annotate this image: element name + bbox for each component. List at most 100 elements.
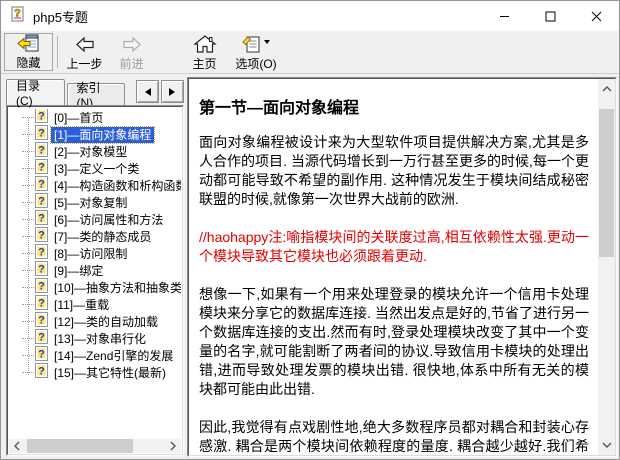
tree-item[interactable]: ? [5]—对象复制 xyxy=(9,194,181,211)
svg-text:?: ? xyxy=(38,314,45,326)
tree-item-label: [11]—重载 xyxy=(51,297,112,313)
contents-tree-box: ? [0]—首页 ? [1]—面向对象编程 ? [2]—对象模型 xyxy=(6,105,184,456)
tree-item-label: [2]—对象模型 xyxy=(51,144,130,160)
svg-text:?: ? xyxy=(38,127,45,139)
scroll-tabs-right-button[interactable] xyxy=(161,80,184,103)
content-vertical-scrollbar[interactable] xyxy=(598,79,615,455)
tree-item[interactable]: ? [9]—绑定 xyxy=(9,262,181,279)
home-button[interactable]: 主页 xyxy=(181,32,228,72)
svg-text:?: ? xyxy=(38,144,45,156)
topic-body: 第一节—面向对象编程 面向对象编程被设计来为大型软件项目提供解决方案,尤其是多人… xyxy=(189,79,597,455)
scroll-down-arrow[interactable] xyxy=(598,437,615,453)
svg-text:?: ? xyxy=(38,229,45,241)
tree-item-label: [7]—类的静态成员 xyxy=(51,229,154,245)
topic-paragraph: 想像一下,如果有一个用来处理登录的模块允许一个信用卡处理模块来分享它的数据库连接… xyxy=(199,285,589,399)
back-button[interactable]: 上一步 xyxy=(61,32,108,72)
tab-scroll-buttons xyxy=(136,80,184,103)
minimize-button[interactable] xyxy=(481,1,527,31)
tree-branch-line xyxy=(22,185,34,186)
topic-pane: 第一节—面向对象编程 面向对象编程被设计来为大型软件项目提供解决方案,尤其是多人… xyxy=(187,77,617,457)
tree-item[interactable]: ? [0]—首页 xyxy=(9,109,181,126)
back-button-label: 上一步 xyxy=(66,55,102,72)
maximize-button[interactable] xyxy=(527,1,573,31)
tree-item[interactable]: ? [13]—对象串行化 xyxy=(9,330,181,347)
topic-paragraph: //haohappy注:喻指模块间的关联度过高,相互依赖性太强.更动一个模块导致… xyxy=(199,228,589,266)
tree-branch-line xyxy=(22,372,34,373)
svg-text:?: ? xyxy=(38,348,45,360)
hide-pane-icon xyxy=(17,33,41,54)
tree-branch-line xyxy=(22,168,34,169)
minimize-icon xyxy=(499,11,510,22)
tree-branch-line xyxy=(22,151,34,152)
svg-text:?: ? xyxy=(38,195,45,207)
tree-item[interactable]: ? [11]—重载 xyxy=(9,296,181,313)
tree-branch-line xyxy=(22,253,34,254)
vertical-scroll-thumb[interactable] xyxy=(599,109,614,257)
help-topic-question-icon: ? xyxy=(35,363,48,383)
tab-index[interactable]: 索引(N) xyxy=(67,83,126,105)
home-icon xyxy=(193,33,217,55)
svg-text:?: ? xyxy=(38,297,45,309)
back-arrow-icon xyxy=(73,33,97,55)
svg-text:?: ? xyxy=(38,178,45,190)
close-icon xyxy=(591,11,602,22)
content-paragraphs: 面向对象编程被设计来为大型软件项目提供解决方案,尤其是多人合作的项目. 当源代码… xyxy=(199,133,589,455)
tree-item[interactable]: ? [12]—类的自动加载 xyxy=(9,313,181,330)
tree-item-label: [9]—绑定 xyxy=(51,263,106,279)
svg-text:?: ? xyxy=(38,280,45,292)
tree-horizontal-scrollbar[interactable] xyxy=(9,439,181,453)
scroll-left-arrow[interactable] xyxy=(9,439,25,453)
horizontal-scroll-thumb[interactable] xyxy=(27,439,133,453)
tree-item[interactable]: ? [2]—对象模型 xyxy=(9,143,181,160)
tree-branch-line xyxy=(22,134,34,135)
topic-title: 第一节—面向对象编程 xyxy=(199,94,589,118)
navigation-pane: 目录(C) 索引(N) xyxy=(1,75,184,459)
scroll-tabs-left-button[interactable] xyxy=(136,80,159,103)
options-button[interactable]: 选项(O) xyxy=(228,32,284,72)
svg-text:?: ? xyxy=(38,110,45,122)
tree-item[interactable]: ? [6]—访问属性和方法 xyxy=(9,211,181,228)
tree-item-label: [14]—Zend引擎的发展 xyxy=(51,348,176,364)
tree-item[interactable]: ? [4]—构造函数和析构函数 xyxy=(9,177,181,194)
topic-paragraph: 因此,我觉得有点戏剧性地,绝大多数程序员都对耦合和封装心存感激. 耦合是两个模块… xyxy=(199,418,589,455)
svg-text:?: ? xyxy=(38,263,45,275)
hide-button-label: 隐藏 xyxy=(16,54,40,71)
tab-contents[interactable]: 目录(C) xyxy=(6,79,65,105)
scroll-up-arrow[interactable] xyxy=(598,81,615,97)
close-button[interactable] xyxy=(573,1,619,31)
hide-button[interactable]: 隐藏 xyxy=(4,33,53,71)
tree-item[interactable]: ? [10]—抽象方法和抽象类 xyxy=(9,279,181,296)
tree-item[interactable]: ? [14]—Zend引擎的发展 xyxy=(9,347,181,364)
tree-item-label: [13]—对象串行化 xyxy=(51,331,149,347)
tree-item-label: [8]—访问限制 xyxy=(51,246,130,262)
svg-text:?: ? xyxy=(38,331,45,343)
main-area: 目录(C) 索引(N) xyxy=(1,75,619,459)
right-triangle-icon xyxy=(169,88,179,96)
tree-branch-line xyxy=(22,236,34,237)
forward-button[interactable]: 前进 xyxy=(108,32,155,72)
help-viewer-window: ? php5专题 xyxy=(0,0,620,460)
maximize-icon xyxy=(545,11,556,22)
tree-item-label: [10]—抽象方法和抽象类 xyxy=(51,280,181,296)
tree-item-label: [12]—类的自动加载 xyxy=(51,314,161,330)
tree-item[interactable]: ? [8]—访问限制 xyxy=(9,245,181,262)
tree-branch-line xyxy=(22,355,34,356)
topic-paragraph: 面向对象编程被设计来为大型软件项目提供解决方案,尤其是多人合作的项目. 当源代码… xyxy=(199,133,589,209)
scroll-right-arrow[interactable] xyxy=(165,439,181,453)
tree-item[interactable]: ? [3]—定义一个类 xyxy=(9,160,181,177)
svg-text:?: ? xyxy=(38,161,45,173)
dropdown-arrow-icon xyxy=(264,40,270,47)
tree-branch-line xyxy=(22,321,34,322)
tree-branch-line xyxy=(22,117,34,118)
toolbar-gap xyxy=(155,32,181,72)
nav-tabs: 目录(C) 索引(N) xyxy=(6,78,184,105)
tree-item[interactable]: ? [15]—其它特性(最新) xyxy=(9,364,181,381)
tree-item-label: [6]—访问属性和方法 xyxy=(51,212,166,228)
options-button-label: 选项(O) xyxy=(235,55,276,72)
tree-item[interactable]: ? [7]—类的静态成员 xyxy=(9,228,181,245)
home-button-label: 主页 xyxy=(192,55,216,72)
contents-tree-inner: ? [0]—首页 ? [1]—面向对象编程 ? [2]—对象模型 xyxy=(7,106,183,455)
tree-item[interactable]: ? [1]—面向对象编程 xyxy=(9,126,181,143)
forward-button-label: 前进 xyxy=(119,55,143,72)
toolbar: 隐藏 上一步 前进 xyxy=(1,31,619,74)
